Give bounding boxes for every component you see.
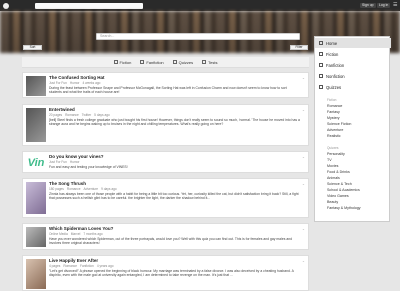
genre-link[interactable]: TV <box>327 158 332 162</box>
genre-link[interactable]: Movies <box>327 164 338 168</box>
chevron-down-icon[interactable]: ⌄ <box>302 155 305 159</box>
genre-link[interactable]: School & Academics <box>327 188 360 192</box>
sort-button[interactable]: Sort <box>23 45 42 50</box>
top-search-input[interactable] <box>35 2 143 9</box>
chevron-down-icon[interactable]: ⌄ <box>302 108 305 112</box>
sidebar-item-fanfiction[interactable]: Fanfiction <box>315 60 391 70</box>
feed-card[interactable]: The Confused Sorting Hat Just For Fun Hum… <box>22 72 309 98</box>
fanfiction-icon <box>140 60 145 64</box>
fiction-genres-header: Fiction <box>327 98 337 102</box>
signup-button[interactable]: Sign up <box>360 3 376 8</box>
tab-label: Fiction <box>119 59 132 65</box>
book-icon <box>113 60 118 64</box>
quiz-genres-header: Quizzes <box>327 146 339 150</box>
search-input[interactable]: Search... <box>96 33 300 40</box>
top-navbar: Sign up Log in ☰ <box>0 0 400 11</box>
home-icon <box>319 41 323 45</box>
card-title[interactable]: The Confused Sorting Hat <box>49 75 300 80</box>
card-meta: Just For Fun Humor <box>49 159 80 164</box>
chevron-down-icon[interactable]: ⌄ <box>302 76 305 80</box>
genre-link[interactable]: Mystery <box>327 116 340 120</box>
sidebar-item-home[interactable]: Home <box>315 38 391 48</box>
sidebar-item-label: Nonfiction <box>326 73 345 79</box>
genre-link[interactable]: Fantasy <box>327 110 340 114</box>
card-description: Zinnia has always been one of those peop… <box>49 191 299 200</box>
tab-fanfiction[interactable]: Fanfiction <box>140 59 164 65</box>
card-meta: Just For Fun Humor 4 weeks ago <box>49 80 101 85</box>
card-thumbnail <box>26 182 46 214</box>
card-title[interactable]: Which Spiderman Loves You? <box>49 226 300 231</box>
card-title[interactable]: Entertwined <box>49 107 300 112</box>
tab-quizzes[interactable]: Quizzes <box>172 59 194 65</box>
genre-link[interactable]: Fantasy & Mythology <box>327 206 361 210</box>
card-thumbnail <box>26 259 46 289</box>
genre-link[interactable]: Food & Drinks <box>327 170 350 174</box>
chevron-down-icon[interactable]: ⌄ <box>302 182 305 186</box>
feed-card[interactable]: Which Spiderman Loves You? Online Media M… <box>22 223 309 250</box>
tab-fiction[interactable]: Fiction <box>113 59 132 65</box>
sidebar-item-quizzes[interactable]: Quizzes <box>315 82 391 92</box>
sidebar-item-fiction[interactable]: Fiction <box>315 49 391 59</box>
tab-tests[interactable]: Tests <box>202 60 217 65</box>
logo[interactable] <box>3 2 9 9</box>
feed-card[interactable]: The Song Thrush 180 pages Romance Adventur… <box>22 178 309 218</box>
card-description: Have you ever wondered which Spiderman, … <box>49 236 292 245</box>
card-description: During the feast between Professor Snape… <box>49 85 287 94</box>
feed-card[interactable]: Entertwined 20 pages Romance Twitter 5 days… <box>22 104 309 146</box>
genre-link[interactable]: Romance <box>327 104 342 108</box>
genre-link[interactable]: Realistic <box>327 134 341 138</box>
content-type-tabs: Fiction Fanfiction Quizzes Tests <box>22 57 309 68</box>
vine-logo-icon: Vin <box>26 155 46 171</box>
fanfiction-icon <box>319 63 323 67</box>
card-description: Fun and easy and testing your knowledge … <box>49 164 128 169</box>
menu-icon[interactable]: ☰ <box>393 3 398 8</box>
genre-link[interactable]: Video Games <box>327 194 349 198</box>
quiz-icon <box>319 85 323 89</box>
chevron-down-icon[interactable]: ⌄ <box>302 227 305 231</box>
tab-label: Fanfiction <box>146 59 164 65</box>
quiz-icon <box>172 60 177 64</box>
card-description: [bell] Steel finds a fresh college gradu… <box>49 117 300 126</box>
test-icon <box>202 60 207 64</box>
card-meta: 180 pages Romance Adventure 9 days ago <box>49 186 117 191</box>
sidebar-item-label: Home <box>326 40 338 46</box>
card-meta: Online Media Marvel 7 months ago <box>49 231 103 236</box>
genre-link[interactable]: Personality <box>327 152 345 156</box>
tab-label: Tests <box>208 59 218 65</box>
genre-link[interactable]: Animals <box>327 176 340 180</box>
sidebar-item-label: Fiction <box>326 51 339 57</box>
sidebar-item-label: Quizzes <box>326 84 342 90</box>
nav-sidebar: Home Fiction Fanfiction Nonfiction Quizz… <box>314 36 391 222</box>
nonfiction-icon <box>319 74 323 78</box>
login-button[interactable]: Log in <box>377 3 391 8</box>
genre-link[interactable]: Beauty <box>327 200 338 204</box>
card-description: "Let's get divorced!" A phrase opened th… <box>49 268 294 277</box>
card-meta: 4 pages Romance Fanfiction 4 years ago <box>49 263 114 268</box>
genre-link[interactable]: Science Fiction <box>327 122 351 126</box>
filter-button[interactable]: Filter <box>290 45 308 50</box>
genre-link[interactable]: Adventure <box>327 128 343 132</box>
tab-label: Quizzes <box>178 59 194 65</box>
book-icon <box>319 52 323 56</box>
card-title[interactable]: Do you know your vines? <box>49 154 300 159</box>
sidebar-item-label: Fanfiction <box>326 62 345 68</box>
feed-card[interactable]: Live Happily Ever After 4 pages Romance Fa… <box>22 255 309 291</box>
card-title[interactable]: The Song Thrush <box>49 181 300 186</box>
card-meta: 20 pages Romance Twitter 5 days ago <box>49 112 110 117</box>
feed-card[interactable]: Vin Do you know your vines? Just For Fun… <box>22 151 309 173</box>
genre-link[interactable]: Science & Tech <box>327 182 352 186</box>
chevron-down-icon[interactable]: ⌄ <box>302 259 305 263</box>
card-title[interactable]: Live Happily Ever After <box>49 258 300 263</box>
sidebar-item-nonfiction[interactable]: Nonfiction <box>315 71 391 81</box>
card-thumbnail <box>26 76 46 96</box>
card-thumbnail <box>26 227 46 247</box>
card-thumbnail <box>26 108 46 142</box>
